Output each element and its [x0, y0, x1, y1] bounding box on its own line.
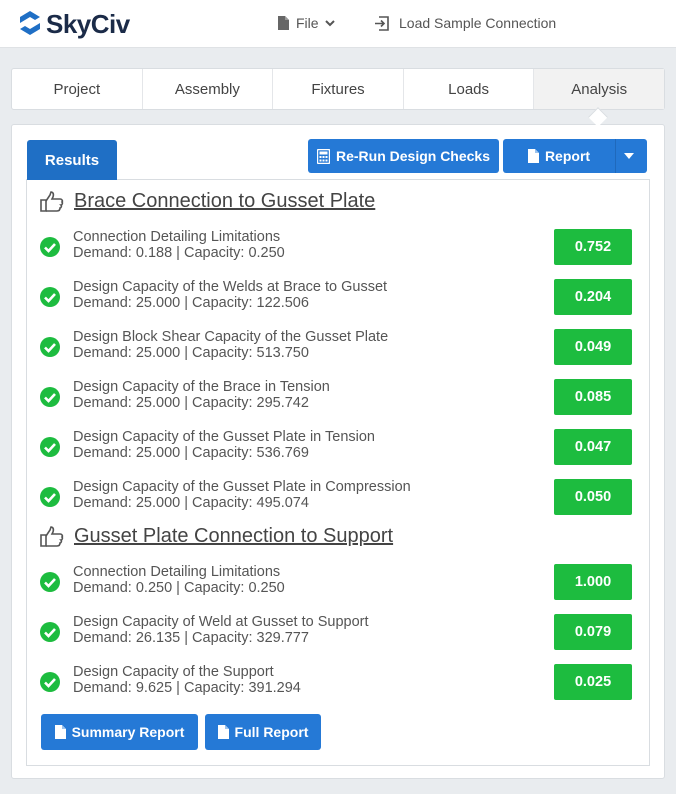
check-row: Design Capacity of the Support Demand: 9… [40, 664, 632, 700]
ratio-badge[interactable]: 1.000 [554, 564, 632, 600]
rerun-label: Re-Run Design Checks [335, 148, 491, 164]
file-icon [278, 16, 289, 30]
section-title: Gusset Plate Connection to Support [40, 525, 393, 548]
check-row: Design Capacity of the Gusset Plate in C… [40, 479, 632, 515]
section-title: Brace Connection to Gusset Plate [40, 190, 375, 213]
caret-down-icon [623, 153, 634, 159]
file-menu-label: File [296, 15, 319, 31]
check-circle-icon [40, 337, 60, 357]
section-heading[interactable]: Brace Connection to Gusset Plate [74, 190, 375, 213]
ratio-badge[interactable]: 0.079 [554, 614, 632, 650]
check-title: Design Capacity of the Welds at Brace to… [73, 279, 388, 295]
check-detail: Demand: 25.000 | Capacity: 513.750 [73, 345, 309, 361]
thumbs-up-icon [40, 525, 64, 547]
report-label: Report [544, 148, 591, 164]
ratio-badge[interactable]: 0.752 [554, 229, 632, 265]
check-row: Design Capacity of the Welds at Brace to… [40, 279, 632, 315]
ratio-badge[interactable]: 0.025 [554, 664, 632, 700]
document-icon [54, 725, 66, 739]
tab-assembly[interactable]: Assembly [143, 69, 274, 109]
check-title: Connection Detailing Limitations [73, 229, 281, 245]
ratio-badge[interactable]: 0.085 [554, 379, 632, 415]
full-report-button[interactable]: Full Report [205, 714, 321, 750]
tab-project[interactable]: Project [12, 69, 143, 109]
check-row: Design Capacity of Weld at Gusset to Sup… [40, 614, 632, 650]
check-detail: Demand: 0.250 | Capacity: 0.250 [73, 580, 285, 596]
check-circle-icon [40, 572, 60, 592]
skyciv-logo-icon [20, 11, 40, 35]
check-row: Design Capacity of the Brace in Tension … [40, 379, 632, 415]
tab-loads[interactable]: Loads [404, 69, 535, 109]
check-title: Design Capacity of the Support [73, 664, 274, 680]
document-icon [527, 149, 539, 163]
full-report-label: Full Report [234, 724, 309, 740]
logo-text: SkyCiv [46, 8, 130, 39]
check-detail: Demand: 25.000 | Capacity: 122.506 [73, 295, 309, 311]
main-tabs: Project Assembly Fixtures Loads Analysis [11, 68, 665, 110]
check-circle-icon [40, 437, 60, 457]
summary-report-button[interactable]: Summary Report [41, 714, 198, 750]
ratio-badge[interactable]: 0.204 [554, 279, 632, 315]
ratio-badge[interactable]: 0.050 [554, 479, 632, 515]
check-title: Connection Detailing Limitations [73, 564, 281, 580]
check-detail: Demand: 0.188 | Capacity: 0.250 [73, 245, 285, 261]
check-title: Design Capacity of the Brace in Tension [73, 379, 330, 395]
check-detail: Demand: 9.625 | Capacity: 391.294 [73, 680, 301, 696]
check-title: Design Block Shear Capacity of the Gusse… [73, 329, 389, 345]
check-row: Connection Detailing Limitations Demand:… [40, 229, 632, 265]
check-detail: Demand: 26.135 | Capacity: 329.777 [73, 630, 309, 646]
check-title: Design Capacity of the Gusset Plate in C… [73, 479, 411, 495]
ratio-badge[interactable]: 0.047 [554, 429, 632, 465]
chevron-down-icon [324, 19, 335, 26]
section-heading[interactable]: Gusset Plate Connection to Support [74, 525, 393, 548]
ratio-badge[interactable]: 0.049 [554, 329, 632, 365]
logo[interactable]: SkyCiv [18, 9, 130, 39]
tab-analysis[interactable]: Analysis [534, 69, 664, 109]
top-bar: SkyCiv File Load Sample Connection [0, 0, 676, 48]
check-detail: Demand: 25.000 | Capacity: 495.074 [73, 495, 309, 511]
check-circle-icon [40, 672, 60, 692]
load-sample-label: Load Sample Connection [399, 15, 557, 31]
document-icon [217, 725, 229, 739]
check-circle-icon [40, 622, 60, 642]
report-dropdown-toggle[interactable] [615, 139, 647, 173]
summary-report-label: Summary Report [71, 724, 185, 740]
check-detail: Demand: 25.000 | Capacity: 536.769 [73, 445, 309, 461]
file-menu[interactable]: File [278, 15, 335, 31]
check-row: Design Block Shear Capacity of the Gusse… [40, 329, 632, 365]
check-circle-icon [40, 387, 60, 407]
check-row: Connection Detailing Limitations Demand:… [40, 564, 632, 600]
check-row: Design Capacity of the Gusset Plate in T… [40, 429, 632, 465]
check-detail: Demand: 25.000 | Capacity: 295.742 [73, 395, 309, 411]
calculator-icon [316, 148, 330, 164]
check-title: Design Capacity of the Gusset Plate in T… [73, 429, 375, 445]
check-circle-icon [40, 287, 60, 307]
check-circle-icon [40, 237, 60, 257]
rerun-design-checks-button[interactable]: Re-Run Design Checks [308, 139, 499, 173]
results-tab[interactable]: Results [27, 140, 117, 180]
import-icon [375, 15, 389, 31]
check-circle-icon [40, 487, 60, 507]
tab-fixtures[interactable]: Fixtures [273, 69, 404, 109]
report-button[interactable]: Report [503, 139, 615, 173]
load-sample-connection[interactable]: Load Sample Connection [374, 15, 556, 31]
check-title: Design Capacity of Weld at Gusset to Sup… [73, 614, 369, 630]
thumbs-up-icon [40, 190, 64, 212]
